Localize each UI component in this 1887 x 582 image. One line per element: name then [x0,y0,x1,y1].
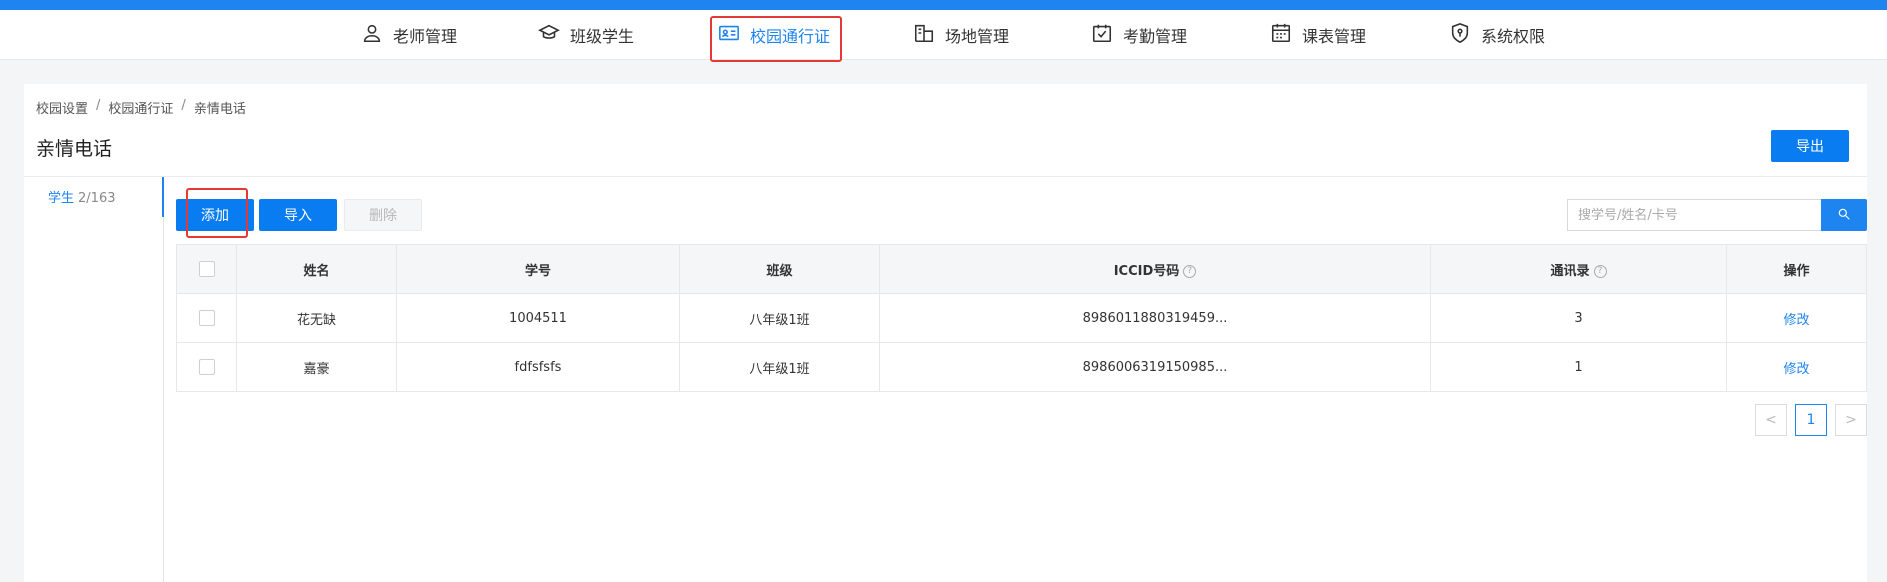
id-card-icon [718,22,740,48]
data-table: 姓名 学号 班级 ICCID号码? 通讯录? 操作 花无缺 1004511 八年… [176,244,1867,392]
cell-contacts: 3 [1430,293,1727,343]
nav-item-label: 班级学生 [570,27,635,46]
cell-action: 修改 [1726,293,1867,343]
cell-iccid: 8986006319150985... [879,342,1431,392]
row-select-cell [176,293,237,343]
building-icon [913,22,935,48]
select-all-cell [176,244,237,294]
nav-item-label: 课表管理 [1302,27,1367,46]
breadcrumb-item[interactable]: 校园通行证 [108,98,173,117]
breadcrumb-item-current: 亲情电话 [193,102,246,117]
cell-contacts: 1 [1430,342,1727,392]
cell-student-id: fdfsfsfs [396,342,680,392]
column-header: 通讯录? [1430,244,1727,294]
breadcrumb-separator: / [181,98,186,113]
table-row: 花无缺 1004511 八年级1班 8986011880319459... 3 … [176,293,1867,343]
nav-item-label: 场地管理 [945,27,1010,46]
help-icon[interactable]: ? [1183,264,1197,278]
cell-name: 花无缺 [236,293,397,343]
nav-item-label: 校园通行证 [750,27,831,46]
cell-student-id: 1004511 [396,293,680,343]
user-icon [361,22,383,48]
nav-item-label: 系统权限 [1481,27,1546,46]
top-accent-bar [0,0,1887,10]
cell-action: 修改 [1726,342,1867,392]
import-button[interactable]: 导入 [259,199,337,231]
active-indicator [162,177,164,217]
export-button[interactable]: 导出 [1771,130,1849,162]
pagination: < 1 > [1755,404,1867,436]
cell-iccid: 8986011880319459... [879,293,1431,343]
nav-item-teacher-management[interactable]: 老师管理 [361,10,457,60]
page-title: 亲情电话 [36,138,113,160]
nav-item-venue-management[interactable]: 场地管理 [913,10,1009,60]
row-checkbox[interactable] [198,359,215,375]
cell-class: 八年级1班 [679,342,880,392]
column-header: 操作 [1726,244,1867,294]
row-checkbox[interactable] [198,310,215,326]
top-navigation: 老师管理 班级学生 校园通行证 场地管理 考勤管理 课表管理 系统权限 [0,10,1887,62]
edit-link[interactable]: 修改 [1783,362,1809,377]
select-all-checkbox[interactable] [198,261,215,277]
column-header: 学号 [396,244,680,294]
search-icon [1837,207,1851,224]
page-number-current[interactable]: 1 [1795,404,1827,436]
breadcrumb: 校园设置 / 校园通行证 / 亲情电话 [36,98,246,117]
next-page-button[interactable]: > [1835,404,1867,436]
cell-class: 八年级1班 [679,293,880,343]
column-header: 班级 [679,244,880,294]
column-header-label: 通讯录 [1550,263,1590,279]
nav-item-schedule-management[interactable]: 课表管理 [1270,10,1366,60]
add-button[interactable]: 添加 [176,199,254,231]
table-header-row: 姓名 学号 班级 ICCID号码? 通讯录? 操作 [176,244,1867,294]
calendar-check-icon [1091,22,1113,48]
nav-item-system-permissions[interactable]: 系统权限 [1449,10,1545,60]
search-input[interactable] [1567,199,1823,231]
graduation-cap-icon [538,22,560,48]
row-select-cell [176,342,237,392]
edit-link[interactable]: 修改 [1783,313,1809,328]
sidebar-item-label: 学生 [48,191,75,206]
breadcrumb-item[interactable]: 校园设置 [36,98,88,117]
cell-name: 嘉豪 [236,342,397,392]
prev-page-button[interactable]: < [1755,404,1787,436]
calendar-icon [1270,22,1292,48]
table-row: 嘉豪 fdfsfsfs 八年级1班 8986006319150985... 1 … [176,342,1867,392]
nav-item-attendance-management[interactable]: 考勤管理 [1091,10,1187,60]
help-icon[interactable]: ? [1593,264,1607,278]
shield-icon [1449,22,1471,48]
nav-item-label: 老师管理 [393,27,458,46]
divider [24,176,1867,177]
sidebar-item-students[interactable]: 学生 2/163 [48,187,115,206]
nav-item-label: 考勤管理 [1123,27,1188,46]
column-header-label: ICCID号码 [1113,263,1180,279]
breadcrumb-separator: / [96,98,101,113]
column-header: ICCID号码? [879,244,1431,294]
nav-item-campus-pass[interactable]: 校园通行证 [709,10,843,62]
delete-button[interactable]: 删除 [344,199,422,231]
sidebar-item-count: 2/163 [78,191,116,206]
column-header: 姓名 [236,244,397,294]
nav-item-class-students[interactable]: 班级学生 [538,10,634,60]
search-button[interactable] [1821,199,1867,231]
left-sidebar: 学生 2/163 [24,177,164,582]
